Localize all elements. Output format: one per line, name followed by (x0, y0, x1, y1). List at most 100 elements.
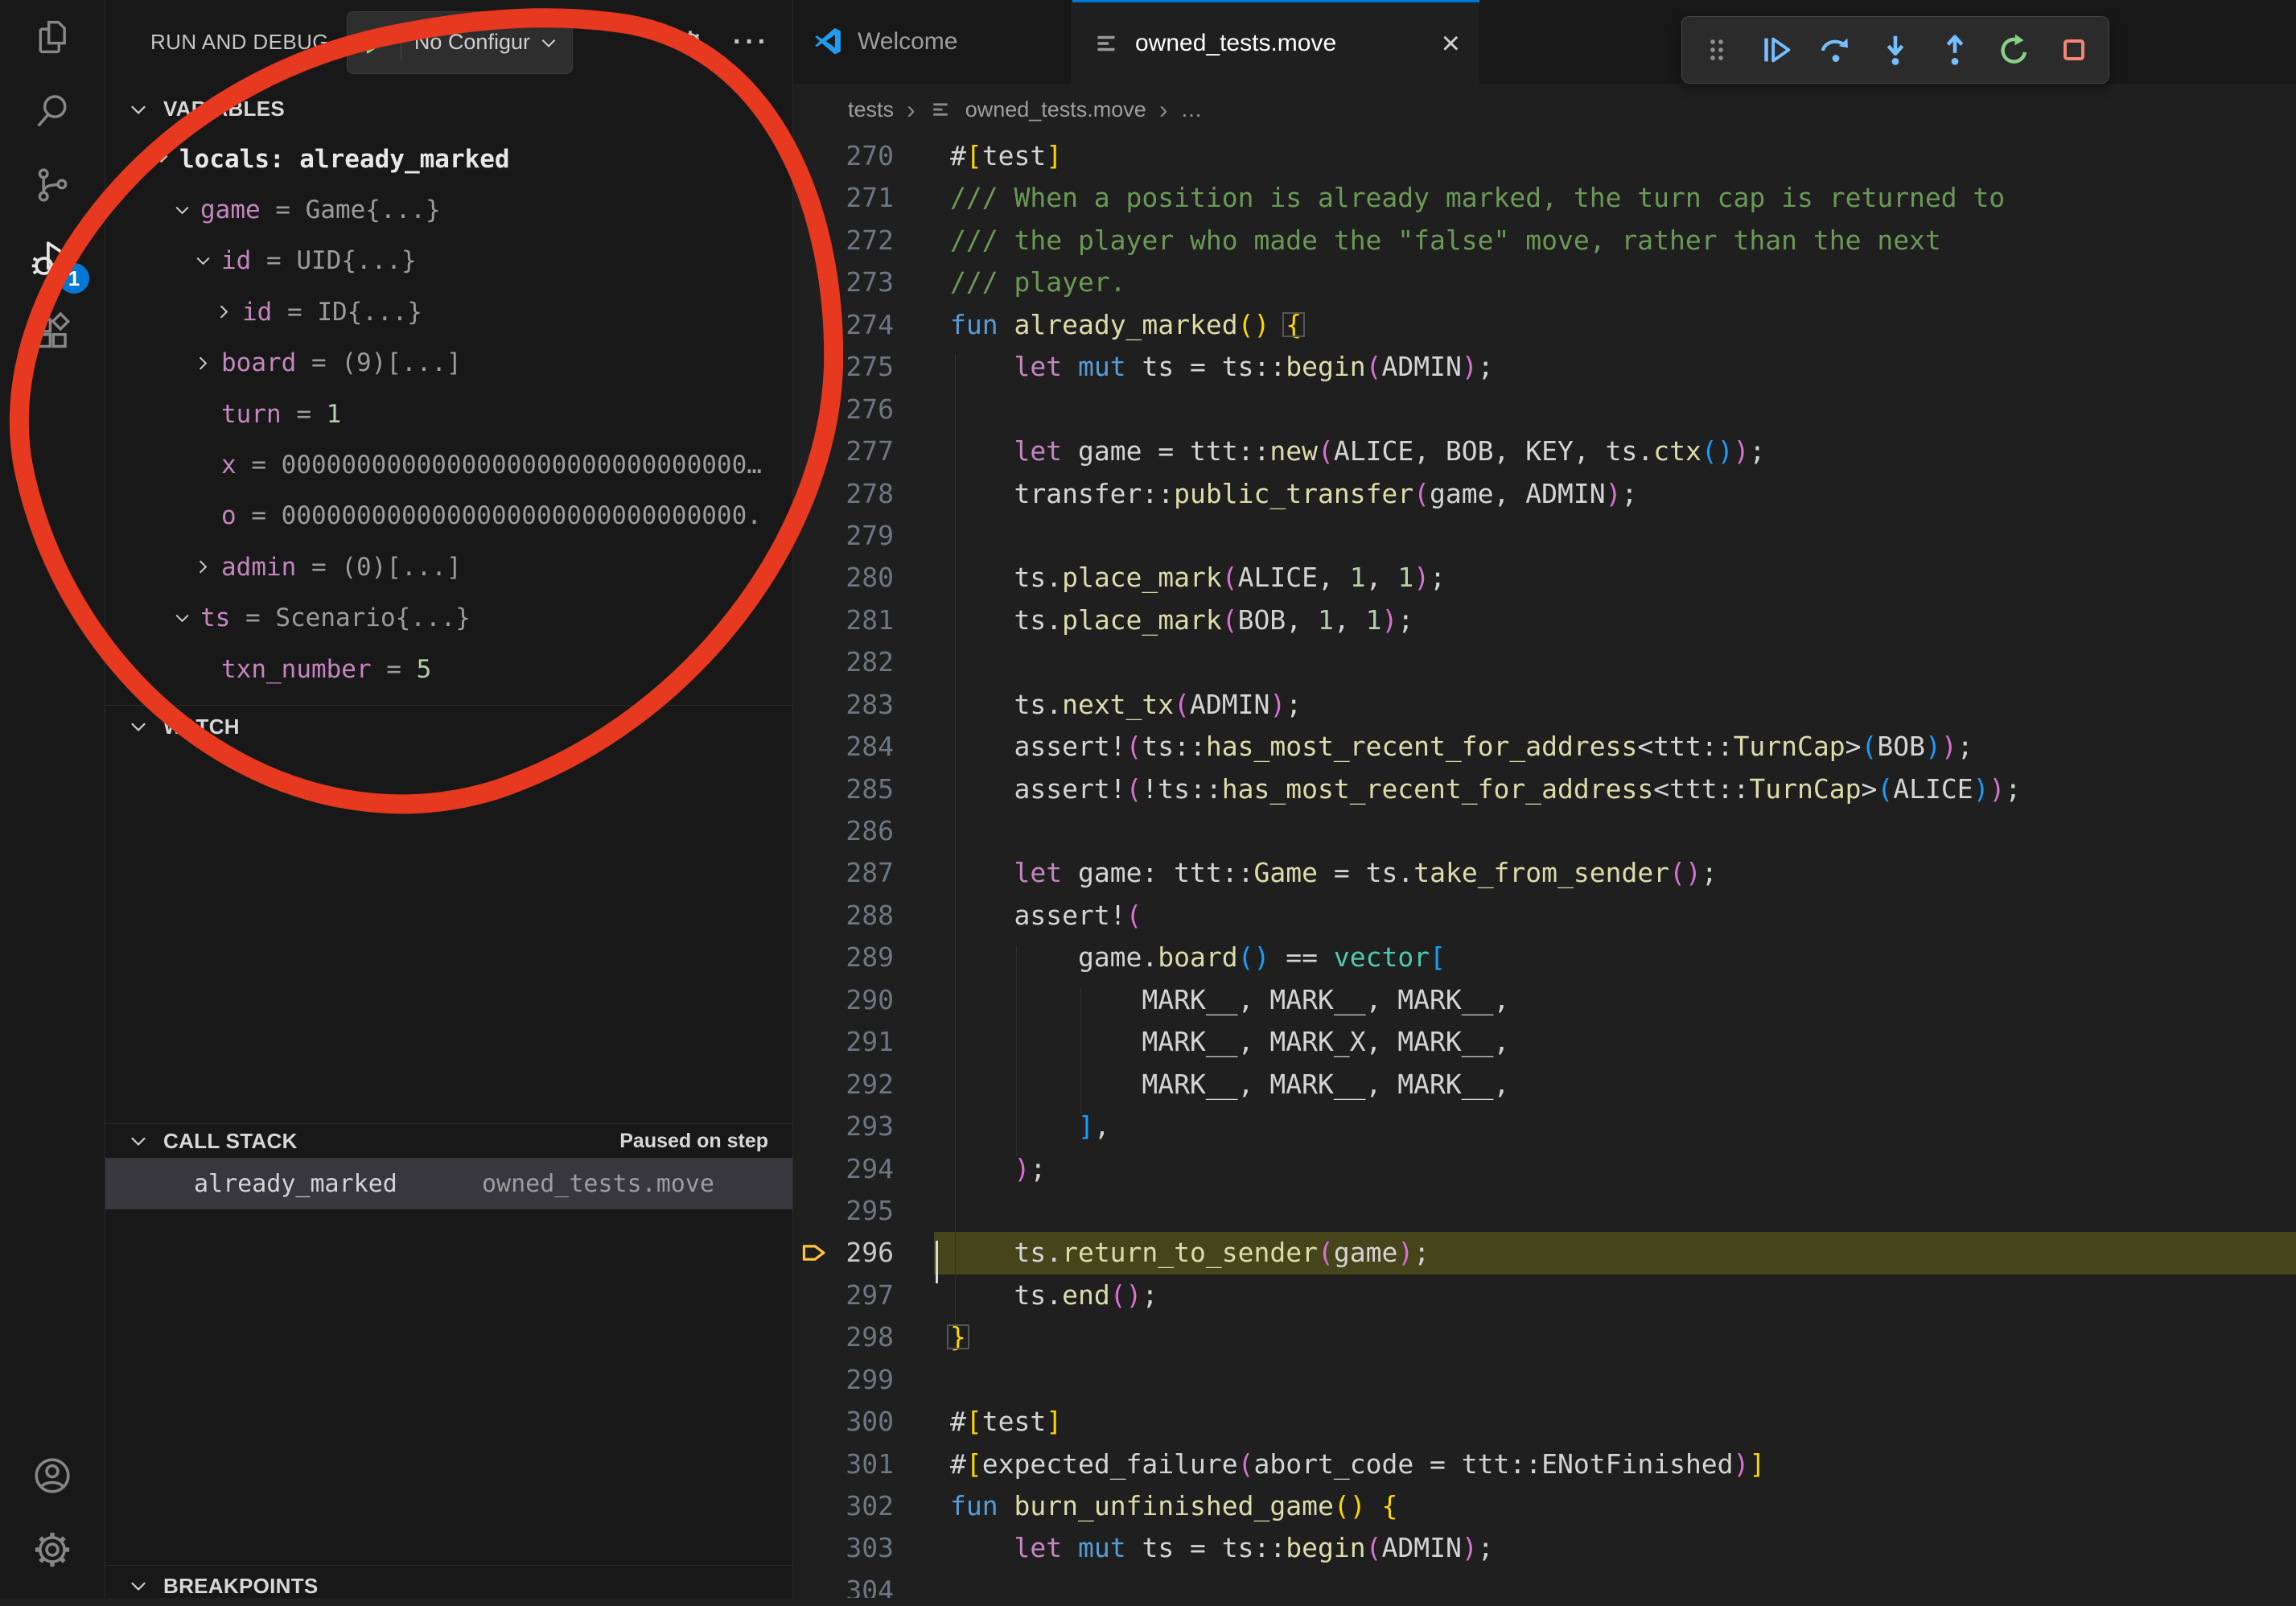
restart-icon[interactable] (1994, 27, 2035, 72)
line-number[interactable]: 284 (793, 726, 934, 768)
chevron-right-icon[interactable] (213, 301, 242, 323)
equals-sign: = (237, 501, 282, 530)
start-debug-icon[interactable] (360, 29, 388, 56)
line-number[interactable]: 293 (793, 1106, 934, 1147)
line-number[interactable]: 278 (793, 473, 934, 515)
code-line-296: 296 ts.return_to_sender(game); (793, 1232, 2296, 1274)
line-number[interactable]: 288 (793, 895, 934, 937)
line-number[interactable]: 279 (793, 515, 934, 557)
variable-value: Scenario{...} (275, 603, 471, 632)
stop-icon[interactable] (2054, 27, 2094, 72)
line-number[interactable]: 297 (793, 1275, 934, 1316)
line-number[interactable]: 300 (793, 1401, 934, 1443)
code-line-282: 282 (793, 641, 2296, 683)
launch-config-dropdown[interactable]: No Configur (347, 11, 573, 74)
line-number[interactable]: 273 (793, 261, 934, 303)
line-number[interactable]: 281 (793, 599, 934, 641)
call-stack-section-header[interactable]: CALL STACK Paused on step (105, 1124, 792, 1158)
variable-row-id[interactable]: id = ID{...} (105, 286, 792, 337)
line-number[interactable]: 285 (793, 768, 934, 810)
line-number[interactable]: 276 (793, 389, 934, 430)
tab-welcome[interactable]: Welcome (793, 0, 1072, 84)
line-number[interactable]: 294 (793, 1148, 934, 1190)
search-icon[interactable] (16, 74, 88, 148)
line-number[interactable]: 283 (793, 684, 934, 726)
variable-row-txn_number[interactable]: txn_number = 5 (105, 644, 792, 694)
views-more-actions-icon[interactable]: ··· (733, 27, 770, 58)
chevron-down-icon (126, 1574, 150, 1598)
tab-close-icon[interactable]: × (1442, 27, 1460, 60)
breadcrumb-symbol-more[interactable]: … (1180, 97, 1202, 122)
variable-row-x[interactable]: x = 0000000000000000000000000000000… (105, 439, 792, 490)
chevron-down-icon[interactable] (192, 250, 221, 272)
line-number[interactable]: 274 (793, 304, 934, 346)
code-line-277: 277 let game = ttt::new(ALICE, BOB, KEY,… (793, 430, 2296, 472)
step-over-icon[interactable] (1816, 27, 1856, 72)
chevron-down-icon[interactable] (150, 148, 179, 170)
variable-row-ts[interactable]: ts = Scenario{...} (105, 593, 792, 644)
line-number[interactable]: 303 (793, 1527, 934, 1569)
watch-section-header[interactable]: WATCH (105, 706, 792, 747)
variable-row-id[interactable]: id = UID{...} (105, 236, 792, 286)
line-number[interactable]: 286 (793, 810, 934, 852)
chevron-right-icon[interactable] (192, 352, 221, 374)
variables-scope-row[interactable]: locals: already_marked (105, 134, 792, 184)
frame-name: already_marked (194, 1170, 482, 1198)
chevron-right-icon[interactable] (192, 556, 221, 578)
variable-value: ID{...} (317, 298, 422, 327)
line-number[interactable]: 287 (793, 852, 934, 894)
breadcrumb-file[interactable]: owned_tests.move (965, 97, 1146, 122)
line-number[interactable]: 291 (793, 1021, 934, 1063)
variable-row-game[interactable]: game = Game{...} (105, 184, 792, 235)
step-out-icon[interactable] (1935, 27, 1975, 72)
variable-row-turn[interactable]: turn = 1 (105, 389, 792, 439)
line-number[interactable]: 280 (793, 557, 934, 599)
chevron-down-icon[interactable] (171, 607, 200, 629)
line-number[interactable]: 295 (793, 1190, 934, 1232)
line-number[interactable]: 290 (793, 979, 934, 1021)
breakpoints-section: BREAKPOINTS (105, 1565, 792, 1598)
source-control-icon[interactable] (16, 148, 88, 222)
line-number[interactable]: 282 (793, 641, 934, 683)
line-number[interactable]: 301 (793, 1443, 934, 1485)
line-content: #[expected_failure(abort_code = ttt::ENo… (934, 1443, 2296, 1485)
indent-guide (1080, 987, 1081, 1114)
code-editor[interactable]: 270#[test]271/// When a position is alre… (793, 135, 2296, 1598)
explorer-icon[interactable] (16, 0, 88, 74)
line-number[interactable]: 298 (793, 1316, 934, 1358)
line-number[interactable]: 302 (793, 1485, 934, 1527)
variables-section-header[interactable]: VARIABLES (105, 84, 792, 134)
line-content: ts.return_to_sender(game); (934, 1232, 2296, 1274)
equals-sign: = (237, 451, 282, 480)
line-content (934, 1190, 2296, 1232)
extensions-icon[interactable] (16, 296, 88, 370)
chevron-down-icon[interactable] (171, 200, 200, 221)
stack-frame-already_marked[interactable]: already_markedowned_tests.move (105, 1158, 792, 1209)
toolbar-drag-handle-icon[interactable] (1697, 27, 1737, 72)
indent-guide (1016, 945, 1017, 1156)
line-number[interactable]: 277 (793, 430, 934, 472)
line-number[interactable]: 299 (793, 1359, 934, 1401)
line-number[interactable]: 272 (793, 220, 934, 261)
settings-gear-icon[interactable] (16, 1513, 88, 1587)
debug-settings-gear-icon[interactable] (675, 27, 706, 58)
variable-row-board[interactable]: board = (9)[...] (105, 338, 792, 389)
breakpoints-section-header[interactable]: BREAKPOINTS (105, 1566, 792, 1606)
line-content (934, 389, 2296, 430)
line-number[interactable]: 289 (793, 937, 934, 978)
line-number[interactable]: 271 (793, 177, 934, 219)
line-number[interactable]: 275 (793, 346, 934, 388)
variable-row-o[interactable]: o = 0000000000000000000000000000000. (105, 491, 792, 542)
step-into-icon[interactable] (1875, 27, 1915, 72)
variable-row-admin[interactable]: admin = (0)[...] (105, 542, 792, 592)
variable-value: 0000000000000000000000000000000. (282, 501, 762, 530)
run-and-debug-icon[interactable]: 1 (16, 222, 88, 296)
line-number[interactable]: 304 (793, 1570, 934, 1598)
line-number[interactable]: 270 (793, 135, 934, 177)
account-icon[interactable] (16, 1439, 88, 1513)
line-number[interactable]: 292 (793, 1064, 934, 1106)
breadcrumb-folder[interactable]: tests (848, 97, 894, 122)
continue-icon[interactable] (1756, 27, 1796, 72)
line-number[interactable]: 296 (793, 1232, 934, 1274)
tab-owned-tests-move[interactable]: owned_tests.move × (1072, 0, 1479, 84)
